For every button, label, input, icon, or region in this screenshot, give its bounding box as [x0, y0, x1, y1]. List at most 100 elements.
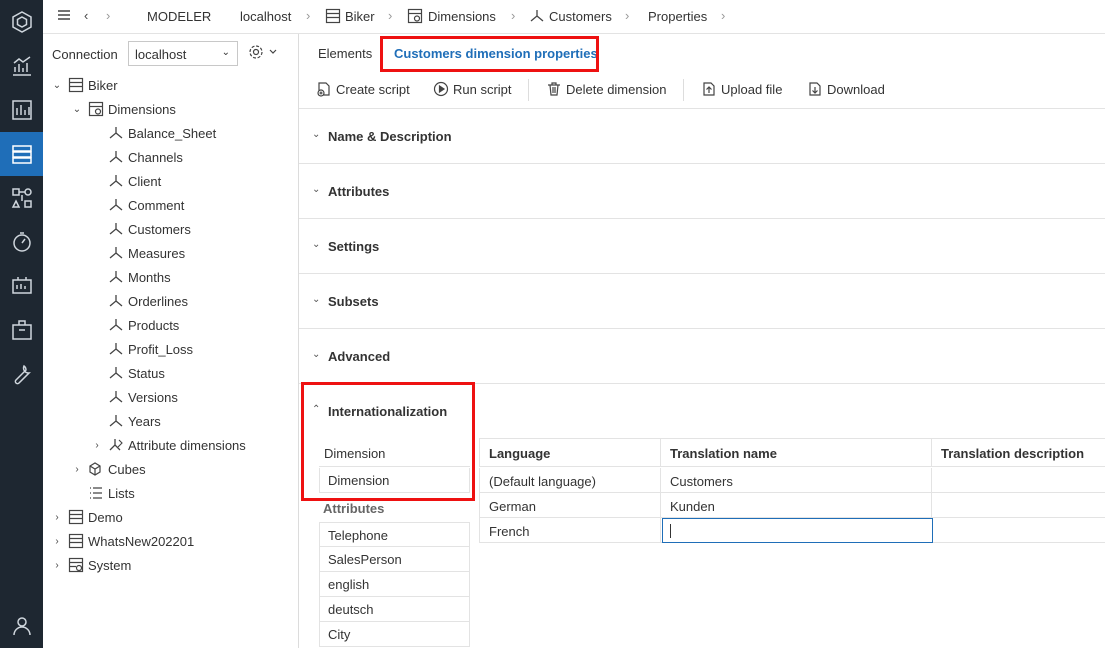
- section-settings[interactable]: ⌄ Settings: [299, 218, 1105, 273]
- dimension-icon: [107, 268, 125, 286]
- gear-icon[interactable]: [248, 44, 278, 63]
- tree-item-dimension[interactable]: Profit_Loss: [91, 338, 193, 360]
- highlight-box: [380, 36, 599, 72]
- grid-cell-translation-description[interactable]: [932, 468, 1105, 493]
- section-subsets[interactable]: ⌄ Subsets: [299, 273, 1105, 328]
- column-header-translation-description[interactable]: Translation description: [932, 438, 1105, 467]
- breadcrumb-folder[interactable]: Dimensions: [428, 9, 496, 24]
- tree-item-demo[interactable]: › Demo: [51, 506, 122, 528]
- column-header-translation-name[interactable]: Translation name: [661, 438, 932, 467]
- tree-item-dimension[interactable]: Customers: [91, 218, 191, 240]
- database-icon: [67, 76, 85, 94]
- top-bar: ‹ › MODELER localhost › Biker › Dimensio…: [43, 0, 1105, 34]
- chevron-right-icon[interactable]: ›: [51, 536, 63, 547]
- menu-icon[interactable]: [57, 8, 71, 25]
- forward-icon[interactable]: ›: [106, 8, 110, 23]
- section-attributes[interactable]: ⌄ Attributes: [299, 163, 1105, 218]
- run-script-button[interactable]: Run script: [433, 81, 512, 97]
- dimension-icon: [107, 388, 125, 406]
- package-icon[interactable]: [0, 308, 43, 352]
- breadcrumb-dimension[interactable]: Customers: [549, 9, 612, 24]
- tree-item-dimension[interactable]: Products: [91, 314, 179, 336]
- app-rail: [0, 0, 43, 648]
- attribute-list-item[interactable]: deutsch: [319, 597, 470, 622]
- column-header-language[interactable]: Language: [479, 438, 661, 467]
- attribute-list-item[interactable]: english: [319, 572, 470, 597]
- tree-item-dimension[interactable]: Versions: [91, 386, 178, 408]
- chevron-right-icon[interactable]: ›: [91, 440, 103, 451]
- section-advanced[interactable]: ⌄ Advanced: [299, 328, 1105, 383]
- tree-item-dimension[interactable]: Comment: [91, 194, 184, 216]
- tree-item-dimensions[interactable]: ⌄ Dimensions: [71, 98, 176, 120]
- attribute-list-item[interactable]: SalesPerson: [319, 547, 470, 572]
- hexagon-logo-icon[interactable]: [0, 0, 43, 44]
- breadcrumb-modeler[interactable]: MODELER: [147, 9, 211, 24]
- dimension-icon: [107, 316, 125, 334]
- breadcrumb-server[interactable]: localhost: [240, 9, 291, 24]
- translation-name-input[interactable]: [662, 518, 933, 543]
- create-script-button[interactable]: Create script: [316, 81, 410, 97]
- delete-dimension-button[interactable]: Delete dimension: [546, 81, 666, 97]
- tree-item-lists[interactable]: Lists: [71, 482, 135, 504]
- attribute-list-item[interactable]: Telephone: [319, 522, 470, 547]
- dimension-icon: [107, 364, 125, 382]
- tree-item-attribute-dimensions[interactable]: › Attribute dimensions: [91, 434, 245, 456]
- chevron-right-icon[interactable]: ›: [51, 560, 63, 571]
- grid-cell-translation-name[interactable]: Kunden: [661, 493, 932, 518]
- back-icon[interactable]: ‹: [84, 8, 88, 23]
- breadcrumb-database[interactable]: Biker: [345, 9, 375, 24]
- tree-item-dimension[interactable]: Client: [91, 170, 161, 192]
- download-button[interactable]: Download: [807, 81, 885, 97]
- breadcrumb-separator: ›: [306, 8, 311, 23]
- dimension-icon: [107, 340, 125, 358]
- section-name-description[interactable]: ⌄ Name & Description: [299, 108, 1105, 163]
- dimension-icon: [107, 244, 125, 262]
- breadcrumb-page: Properties: [648, 9, 708, 24]
- storyboard-icon[interactable]: [0, 264, 43, 308]
- analytics-icon[interactable]: [0, 44, 43, 88]
- download-icon: [809, 82, 821, 96]
- dimension-icon: [107, 412, 125, 430]
- cubes-icon: [87, 460, 105, 478]
- attribute-list-item[interactable]: City: [319, 622, 470, 647]
- upload-file-button[interactable]: Upload file: [701, 81, 782, 97]
- modeler-icon[interactable]: [0, 132, 43, 176]
- user-icon[interactable]: [0, 604, 43, 648]
- tree-item-biker[interactable]: ⌄ Biker: [51, 74, 118, 96]
- tools-icon[interactable]: [0, 352, 43, 396]
- tree-item-system[interactable]: › System: [51, 554, 131, 576]
- reports-icon[interactable]: [0, 88, 43, 132]
- tree-item-dimension[interactable]: Balance_Sheet: [91, 122, 216, 144]
- chevron-down-icon[interactable]: ⌄: [51, 80, 63, 91]
- chevron-down-icon: ⌄: [312, 294, 321, 305]
- breadcrumb-separator: ›: [721, 8, 726, 23]
- monitor-icon[interactable]: [0, 220, 43, 264]
- tree-item-dimension[interactable]: Status: [91, 362, 165, 384]
- dimension-icon: [107, 172, 125, 190]
- breadcrumb-separator: ›: [511, 8, 516, 23]
- tree-item-dimension[interactable]: Channels: [91, 146, 183, 168]
- connection-select[interactable]: localhost ⌄: [128, 41, 238, 66]
- chevron-down-icon: ⌄: [221, 47, 230, 58]
- text-cursor: [670, 524, 671, 538]
- grid-cell-translation-description[interactable]: [932, 493, 1105, 518]
- grid-cell-translation-description[interactable]: [932, 518, 1105, 543]
- highlight-box: [301, 382, 475, 501]
- tree-item-cubes[interactable]: › Cubes: [71, 458, 145, 480]
- tree-item-dimension[interactable]: Measures: [91, 242, 185, 264]
- tree-item-dimension[interactable]: Years: [91, 410, 161, 432]
- breadcrumb-separator: ›: [388, 8, 393, 23]
- grid-cell-language: German: [479, 493, 661, 518]
- tree-item-whatsnew[interactable]: › WhatsNew202201: [51, 530, 194, 552]
- system-database-icon: [67, 556, 85, 574]
- chevron-right-icon[interactable]: ›: [51, 512, 63, 523]
- tree-item-dimension[interactable]: Months: [91, 266, 171, 288]
- chevron-down-icon[interactable]: ⌄: [71, 104, 83, 115]
- chevron-right-icon[interactable]: ›: [71, 464, 83, 475]
- designer-icon[interactable]: [0, 176, 43, 220]
- dimension-icon: [529, 8, 545, 27]
- tab-elements[interactable]: Elements: [318, 46, 372, 61]
- grid-cell-translation-name[interactable]: Customers: [661, 468, 932, 493]
- tree-item-dimension[interactable]: Orderlines: [91, 290, 188, 312]
- chevron-down-icon: ⌄: [312, 129, 321, 140]
